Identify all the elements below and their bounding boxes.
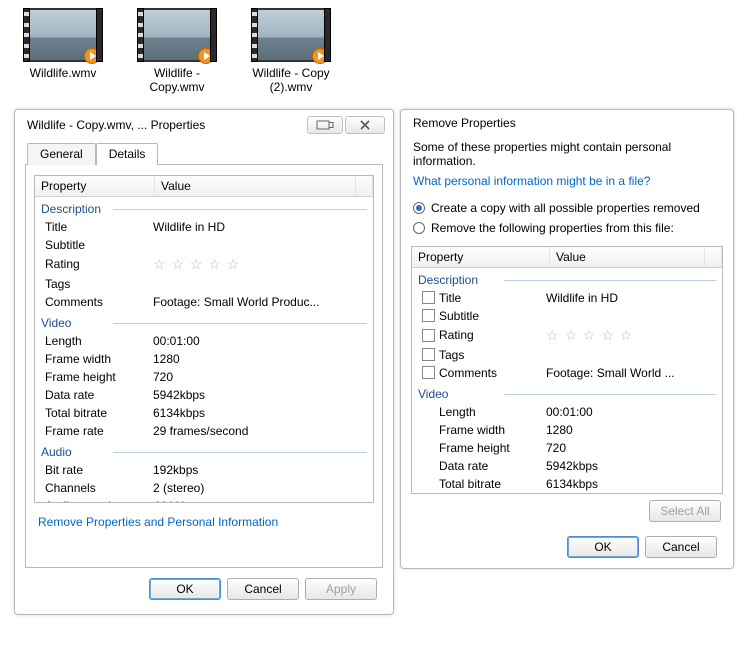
cancel-button[interactable]: Cancel	[227, 578, 299, 600]
list-item[interactable]: Frame width1280	[412, 421, 722, 439]
list-item[interactable]: Frame rate29 frames/second	[35, 422, 373, 440]
list-item[interactable]: TitleWildlife in HD	[412, 289, 722, 307]
col-value[interactable]: Value	[550, 247, 705, 267]
cancel-button[interactable]: Cancel	[645, 536, 717, 558]
button-bar: OK Cancel Apply	[25, 568, 383, 606]
file-name: Wildlife - Copy (2).wmv	[246, 66, 336, 95]
list-item[interactable]: Frame width1280	[35, 350, 373, 368]
group-description: Description	[412, 268, 722, 289]
file-item[interactable]: Wildlife - Copy.wmv	[132, 8, 222, 95]
list-item[interactable]: TitleWildlife in HD	[35, 218, 373, 236]
list-item[interactable]: Data rate5942kbps	[412, 457, 722, 475]
checkbox-icon[interactable]	[422, 348, 435, 361]
remove-properties-dialog: Remove Properties Some of these properti…	[400, 109, 734, 569]
property-list: Property Value Description TitleWildlife…	[411, 246, 723, 494]
group-description: Description	[35, 197, 373, 218]
file-item[interactable]: Wildlife.wmv	[18, 8, 108, 95]
window-title: Remove Properties	[413, 116, 516, 130]
checkbox-icon[interactable]	[422, 291, 435, 304]
list-item[interactable]: Rating☆ ☆ ☆ ☆ ☆	[35, 254, 373, 275]
tabs: General Details	[27, 142, 383, 164]
list-item[interactable]: Total bitrate6134kbps	[412, 475, 722, 493]
radio-create-copy[interactable]: Create a copy with all possible properti…	[411, 198, 723, 218]
list-item[interactable]: Length00:01:00	[412, 403, 722, 421]
col-property[interactable]: Property	[35, 176, 155, 196]
ok-button[interactable]: OK	[149, 578, 221, 600]
list-item[interactable]: Frame height720	[412, 439, 722, 457]
property-list: Property Value Description TitleWildlife…	[34, 175, 374, 503]
ok-button[interactable]: OK	[567, 536, 639, 558]
properties-dialog: Wildlife - Copy.wmv, ... Properties Gene…	[14, 109, 394, 615]
list-item[interactable]: CommentsFootage: Small World Produc...	[35, 293, 373, 311]
checkbox-icon[interactable]	[422, 329, 435, 342]
desktop-files: Wildlife.wmv Wildlife - Copy.wmv Wildlif…	[0, 0, 751, 99]
column-headers[interactable]: Property Value	[412, 247, 722, 268]
video-thumbnail-icon	[142, 8, 212, 62]
play-icon	[84, 48, 100, 64]
personal-info-link[interactable]: What personal information might be in a …	[413, 174, 650, 188]
video-thumbnail-icon	[28, 8, 98, 62]
remove-properties-link[interactable]: Remove Properties and Personal Informati…	[38, 515, 278, 529]
list-item[interactable]: Rating☆ ☆ ☆ ☆ ☆	[412, 325, 722, 346]
tab-general[interactable]: General	[27, 143, 96, 165]
checkbox-icon[interactable]	[422, 309, 435, 322]
tab-details[interactable]: Details	[96, 143, 159, 165]
file-name: Wildlife - Copy.wmv	[132, 66, 222, 95]
dialog-description: Some of these properties might contain p…	[411, 138, 723, 174]
list-item[interactable]: Bit rate192kbps	[35, 461, 373, 479]
list-item[interactable]: Length00:01:00	[35, 332, 373, 350]
list-item[interactable]: Tags	[35, 275, 373, 293]
checkbox-icon[interactable]	[422, 366, 435, 379]
select-all-button[interactable]: Select All	[649, 500, 721, 522]
list-item[interactable]: Frame height720	[35, 368, 373, 386]
list-item[interactable]: Tags	[412, 346, 722, 364]
apply-button[interactable]: Apply	[305, 578, 377, 600]
radio-remove-following[interactable]: Remove the following properties from thi…	[411, 218, 723, 238]
col-property[interactable]: Property	[412, 247, 550, 267]
titlebar[interactable]: Wildlife - Copy.wmv, ... Properties	[15, 110, 393, 138]
group-video: Video	[35, 311, 373, 332]
property-scroll[interactable]: Description TitleWildlife in HD Subtitle…	[35, 197, 373, 502]
close-button[interactable]	[345, 116, 385, 134]
file-item[interactable]: Wildlife - Copy (2).wmv	[246, 8, 336, 95]
col-value[interactable]: Value	[155, 176, 356, 196]
list-item[interactable]: Subtitle	[412, 307, 722, 325]
property-scroll[interactable]: Description TitleWildlife in HD Subtitle…	[412, 268, 722, 493]
play-icon	[312, 48, 328, 64]
column-headers[interactable]: Property Value	[35, 176, 373, 197]
video-thumbnail-icon	[256, 8, 326, 62]
star-rating-icon: ☆ ☆ ☆ ☆ ☆	[546, 327, 716, 344]
play-icon	[198, 48, 214, 64]
list-item[interactable]: Channels2 (stereo)	[35, 479, 373, 497]
group-video: Video	[412, 382, 722, 403]
list-item[interactable]: Audio sample rate44 kHz	[35, 497, 373, 502]
titlebar[interactable]: Remove Properties	[401, 110, 733, 138]
group-audio: Audio	[35, 440, 373, 461]
button-bar: OK Cancel	[411, 522, 723, 564]
radio-icon	[413, 202, 425, 214]
list-item[interactable]: CommentsFootage: Small World ...	[412, 364, 722, 382]
help-button[interactable]	[307, 116, 343, 134]
star-rating-icon: ☆ ☆ ☆ ☆ ☆	[153, 256, 367, 273]
list-item[interactable]: Subtitle	[35, 236, 373, 254]
tab-panel-details: Property Value Description TitleWildlife…	[25, 164, 383, 568]
radio-icon	[413, 222, 425, 234]
list-item[interactable]: Data rate5942kbps	[35, 386, 373, 404]
window-title: Wildlife - Copy.wmv, ... Properties	[27, 118, 205, 132]
list-item[interactable]: Total bitrate6134kbps	[35, 404, 373, 422]
file-name: Wildlife.wmv	[18, 66, 108, 80]
